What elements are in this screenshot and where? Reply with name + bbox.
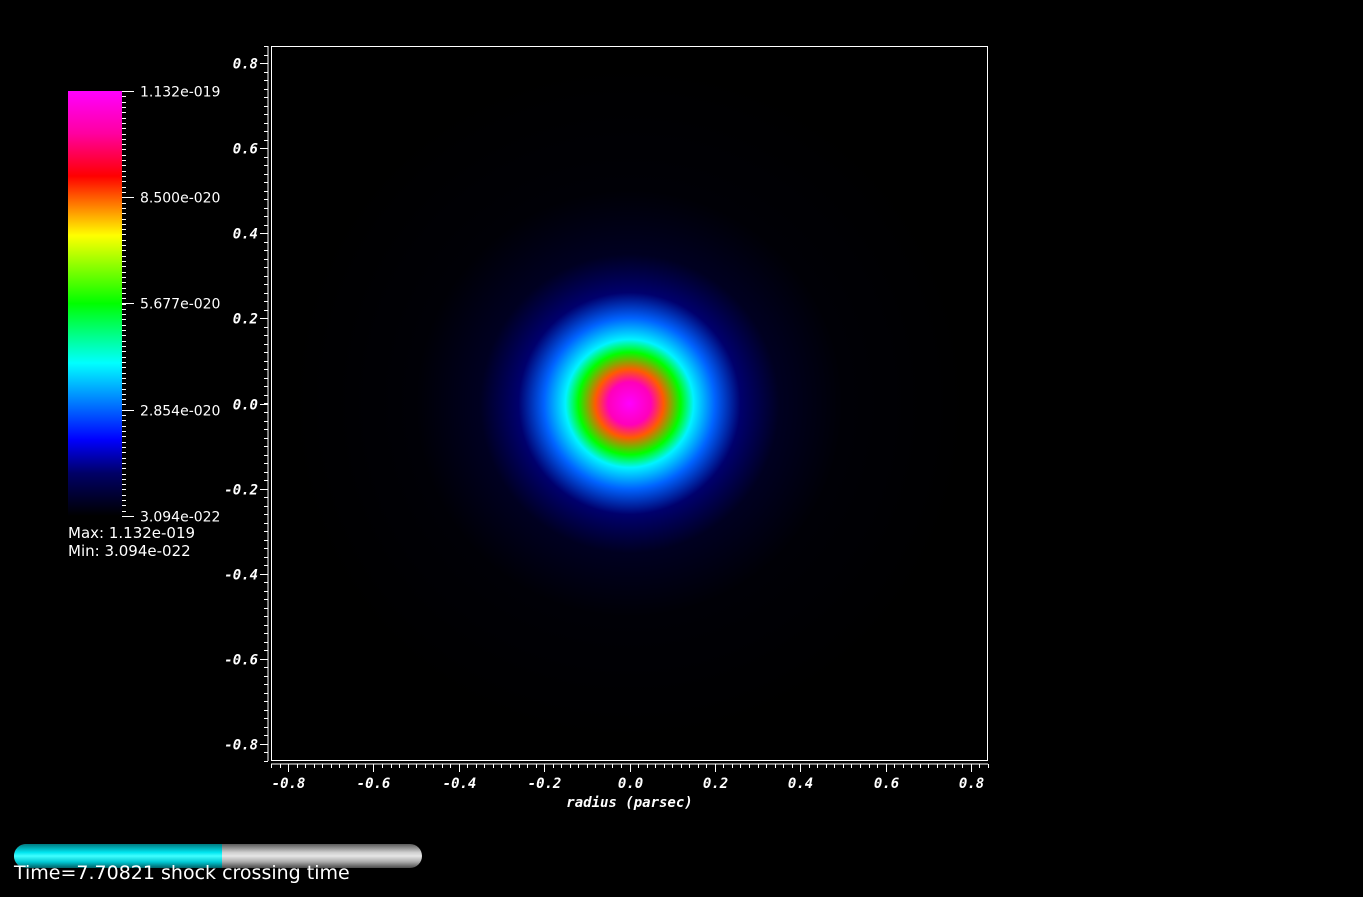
x-axis-title: radius (parsec) [566,795,692,811]
x-tick-label: -0.4 [443,776,477,792]
y-tick-label: 0.6 [233,142,258,158]
y-tick-label: 0.0 [233,398,258,414]
x-tick-label: 0.6 [874,776,899,792]
x-tick-label: 0.4 [788,776,813,792]
x-tick-label: -0.8 [272,776,306,792]
time-label: Time=7.70821 shock crossing time [14,862,350,884]
colorbar-min-label: Min: 3.094e-022 [68,542,191,560]
y-tick-label: -0.8 [224,738,258,754]
plot-scene: -0.8 -0.6 -0.4 -0.2 0.0 0.2 0.4 0.6 0.8 -0.8 -0.6… [0,0,1363,897]
density-field [271,46,988,761]
y-tick-label: 0.8 [233,57,258,73]
y-tick-label: 0.4 [233,227,258,243]
y-tick-label: 0.2 [233,312,258,328]
x-tick-label: 0.0 [618,776,643,792]
colorbar-tick-label: 1.132e-019 [140,85,220,101]
x-tick-label: 0.8 [959,776,984,792]
colorbar-tick-label: 2.854e-020 [140,404,220,420]
x-tick-label: -0.6 [357,776,391,792]
colorbar-gradient [68,91,122,516]
heatmap-layer [271,46,988,761]
x-tick-label: -0.2 [528,776,562,792]
colorbar-max-label: Max: 1.132e-019 [68,524,195,542]
colorbar-tick-label: 8.500e-020 [140,191,220,207]
x-tick-label: 0.2 [703,776,728,792]
y-tick-label: -0.4 [224,568,258,584]
colorbar-tick-label: 5.677e-020 [140,297,220,313]
y-tick-label: -0.2 [224,483,258,499]
y-tick-label: -0.6 [224,653,258,669]
